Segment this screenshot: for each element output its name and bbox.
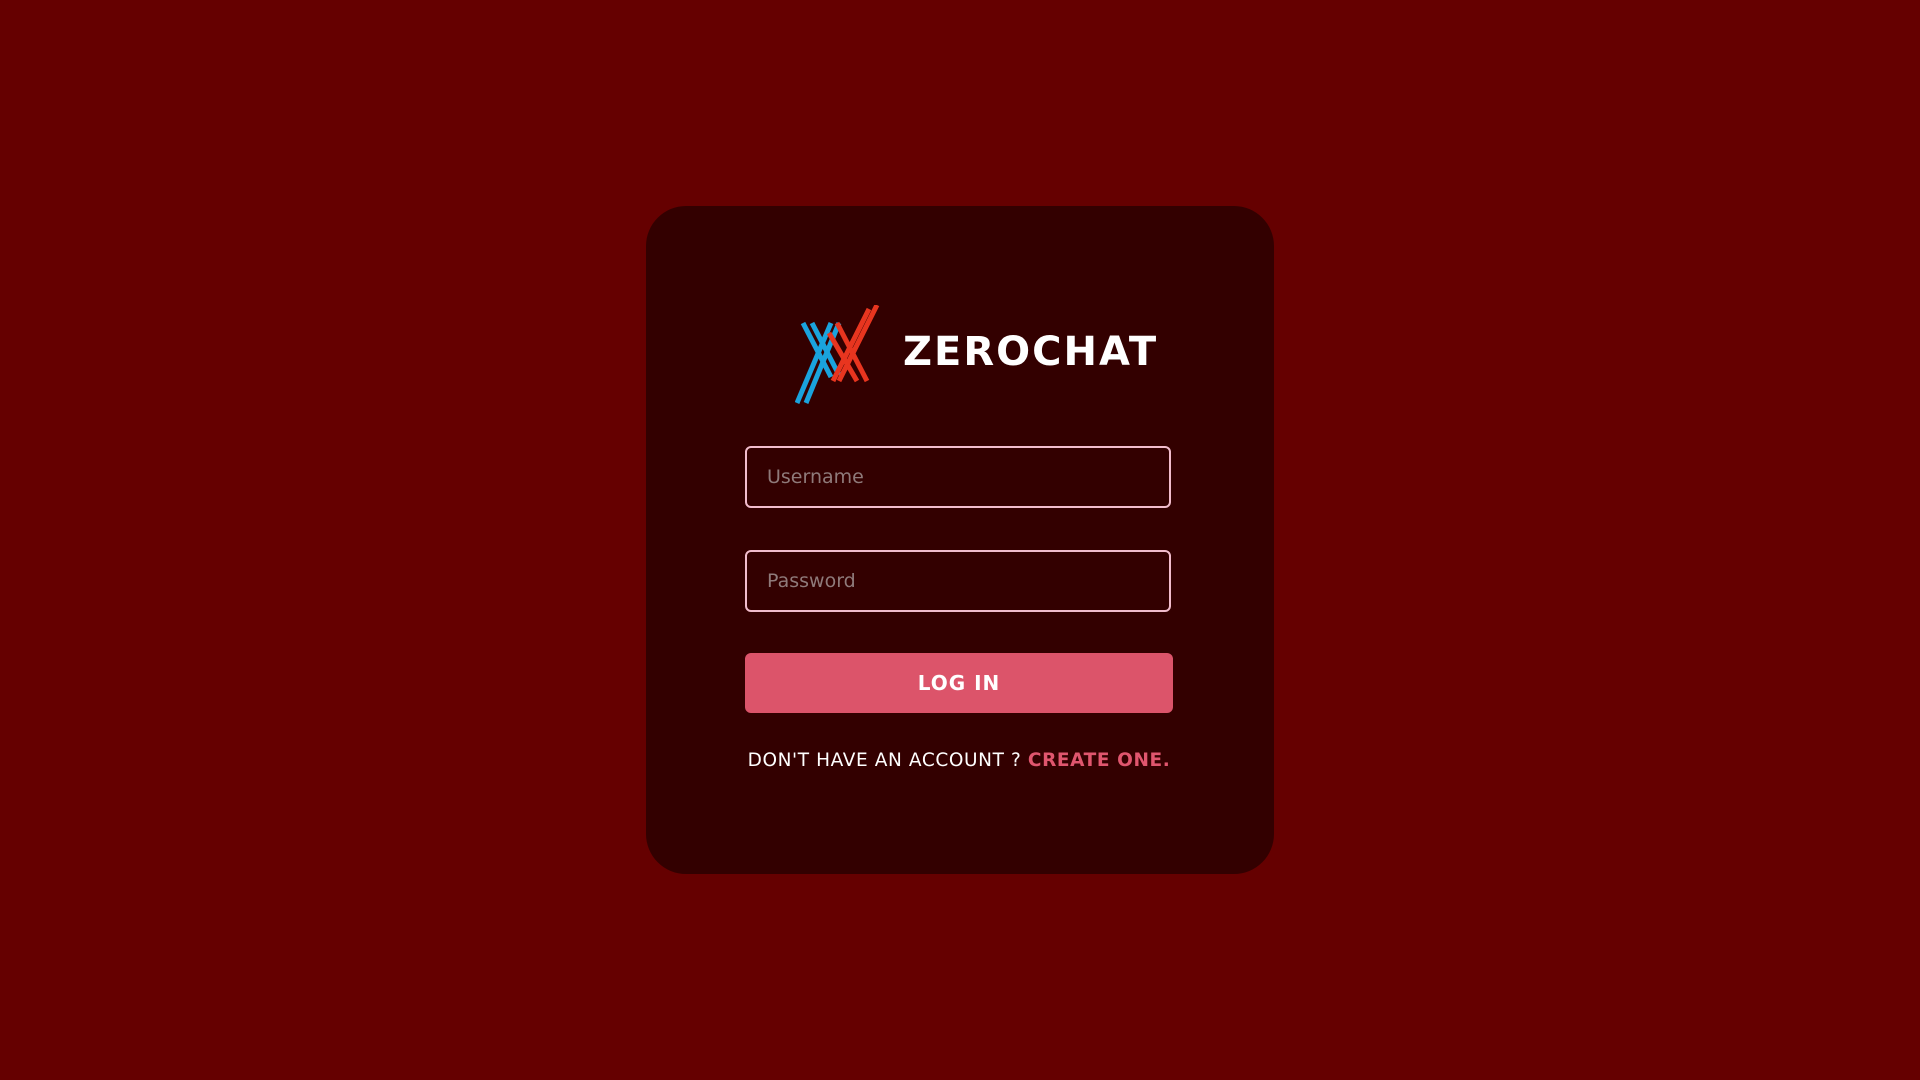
crossed-x-logo-icon: [795, 305, 881, 405]
login-button[interactable]: LOG IN: [745, 653, 1173, 713]
username-input[interactable]: [745, 446, 1171, 508]
signup-line: DON'T HAVE AN ACCOUNT ? CREATE ONE.: [745, 750, 1173, 771]
login-card: ZEROCHAT LOG IN DON'T HAVE AN ACCOUNT ? …: [646, 206, 1274, 874]
signup-prompt: DON'T HAVE AN ACCOUNT ?: [747, 750, 1028, 771]
brand-header: ZEROCHAT: [795, 305, 1158, 405]
create-account-link[interactable]: CREATE ONE.: [1028, 750, 1171, 771]
password-input[interactable]: [745, 550, 1171, 612]
brand-name: ZEROCHAT: [903, 329, 1159, 375]
